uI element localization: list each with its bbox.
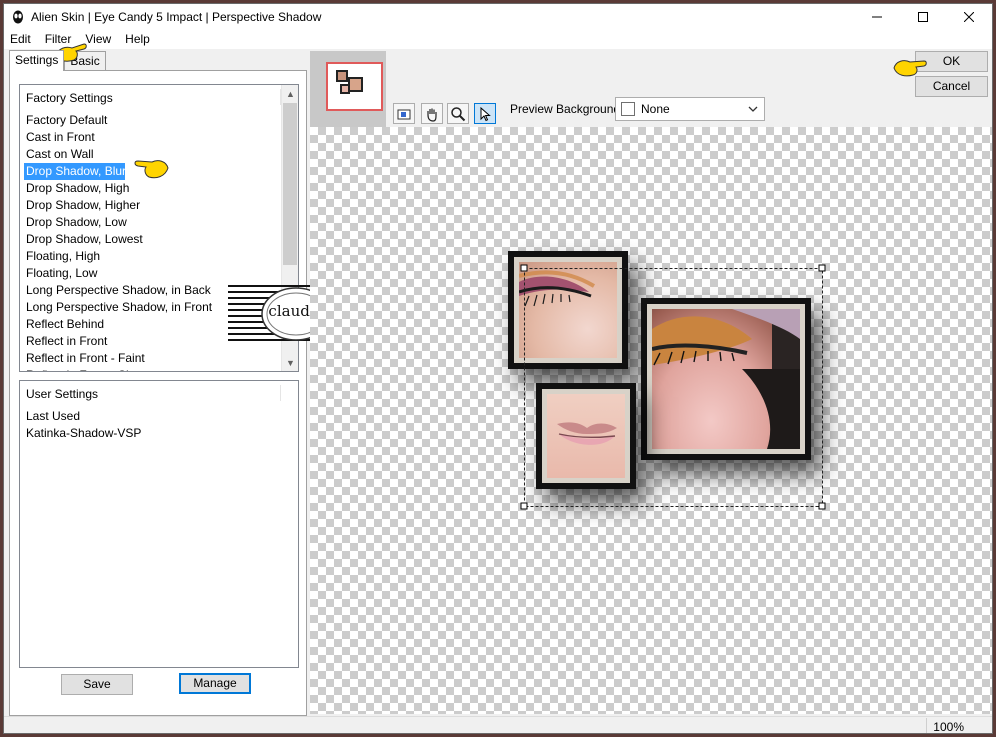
user-settings-header: User Settings (26, 387, 99, 401)
list-item[interactable]: Drop Shadow, High (24, 180, 279, 197)
frame-lips (536, 383, 636, 489)
header-divider (280, 385, 281, 401)
maximize-icon (918, 11, 928, 22)
menu-help[interactable]: Help (118, 29, 157, 49)
maximize-button[interactable] (900, 4, 946, 29)
eye-candy-window: Alien Skin | Eye Candy 5 Impact | Perspe… (3, 3, 993, 734)
list-item[interactable]: Cast in Front (24, 129, 279, 146)
pointer-tool-button[interactable] (474, 103, 496, 124)
status-separator (926, 718, 927, 733)
list-item[interactable]: Drop Shadow, Lowest (24, 231, 279, 248)
preview-background-label: Preview Background: (510, 102, 624, 116)
scroll-up-icon[interactable]: ▲ (282, 85, 298, 102)
zoom-level: 100% (933, 720, 964, 734)
status-bar: 100% (4, 716, 992, 734)
scroll-down-icon[interactable]: ▼ (282, 354, 298, 371)
pointing-hand-icon (134, 160, 169, 179)
pointing-hand-icon (893, 60, 927, 77)
navigator-thumbnail[interactable] (326, 62, 383, 111)
list-item[interactable]: Drop Shadow, Low (24, 214, 279, 231)
user-items: Last Used Katinka-Shadow-VSP (24, 408, 141, 442)
frame-eye-small (508, 251, 628, 369)
cancel-button[interactable]: Cancel (915, 76, 988, 97)
close-button[interactable] (946, 4, 992, 29)
list-item[interactable]: Floating, High (24, 248, 279, 265)
list-item[interactable]: Floating, Low (24, 265, 279, 282)
preview-background-value: None (641, 102, 670, 116)
minimize-icon (872, 16, 882, 17)
scroll-thumb[interactable] (283, 103, 297, 265)
factory-settings-header: Factory Settings (26, 91, 113, 105)
tab-settings[interactable]: Settings (9, 50, 65, 71)
frame-eye-large (641, 298, 811, 460)
window-title: Alien Skin | Eye Candy 5 Impact | Perspe… (31, 9, 322, 24)
navigator-panel (310, 51, 386, 127)
alien-skin-icon (10, 9, 26, 25)
list-item[interactable]: Factory Default (24, 112, 279, 129)
chevron-down-icon (748, 106, 758, 112)
manage-button[interactable]: Manage (179, 673, 251, 694)
color-swatch (621, 102, 635, 116)
list-item[interactable]: Drop Shadow, Blurry (24, 163, 136, 180)
menu-bar: Edit Filter View Help (4, 29, 992, 49)
title-bar: Alien Skin | Eye Candy 5 Impact | Perspe… (4, 4, 992, 29)
preview-canvas[interactable] (310, 127, 992, 714)
arrow-pointer-icon (480, 106, 491, 121)
minimize-button[interactable] (854, 4, 900, 29)
list-item[interactable]: Katinka-Shadow-VSP (24, 425, 141, 442)
hand-icon (427, 108, 437, 122)
tab-strip: Settings Basic (9, 50, 106, 71)
list-item[interactable]: Drop Shadow, Higher (24, 197, 279, 214)
hand-tool-button[interactable] (421, 103, 443, 124)
menu-edit[interactable]: Edit (4, 29, 38, 49)
close-icon (964, 11, 974, 22)
save-button[interactable]: Save (61, 674, 133, 695)
zoom-tool-button[interactable] (447, 103, 469, 124)
user-settings-list[interactable]: User Settings Last Used Katinka-Shadow-VS… (19, 380, 299, 668)
zoom-fit-icon (397, 109, 411, 119)
list-item[interactable]: Reflect in Front - Faint (24, 350, 279, 367)
navigator-tool-button[interactable] (393, 103, 415, 124)
preview-background-select[interactable]: None (615, 97, 765, 121)
magnifier-icon (451, 106, 466, 121)
list-item[interactable]: Last Used (24, 408, 141, 425)
list-item[interactable]: Reflect in Front - Sharp (24, 367, 279, 371)
